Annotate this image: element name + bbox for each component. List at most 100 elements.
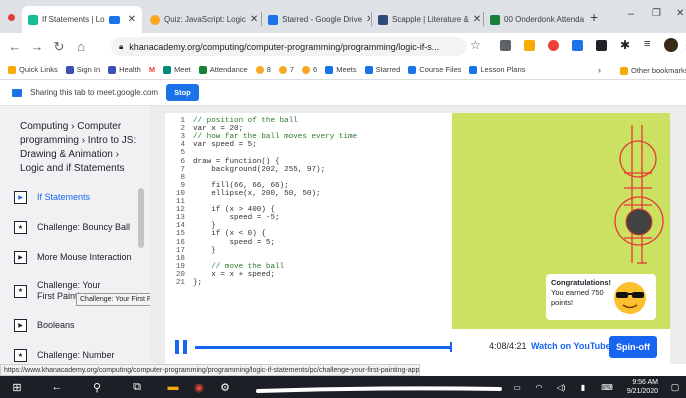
line-number: 2 xyxy=(180,125,185,134)
tab-google-drive[interactable]: Starred - Google Drive ✕ xyxy=(262,6,370,33)
video-icon: ▶ xyxy=(14,190,27,204)
bookmark-meet[interactable]: Meet xyxy=(163,65,191,74)
extension-icon[interactable] xyxy=(548,40,559,51)
close-icon[interactable]: ✕ xyxy=(246,14,258,25)
code-line[interactable]: // how far the ball moves every time xyxy=(193,133,357,141)
congratulations-toast: Congratulations! You earned 750 points! xyxy=(546,274,656,320)
video-player-controls: 4:08/4:21 Watch on YouTube Spin-off xyxy=(165,329,670,365)
bookmark-lesson-plans[interactable]: Lesson Plans xyxy=(469,65,525,74)
line-number: 6 xyxy=(180,157,185,166)
tab-quiz[interactable]: Quiz: JavaScript: Logic ✕ xyxy=(144,6,260,33)
challenge-star-icon: ★ xyxy=(14,348,27,362)
progress-bar[interactable] xyxy=(195,346,450,349)
maximize-button[interactable]: ❐ xyxy=(652,8,661,19)
line-number: 20 xyxy=(175,270,185,279)
sharing-text: Sharing this tab to meet.google.com xyxy=(30,88,159,97)
tab-if-statements[interactable]: If Statements | Lo ✕ xyxy=(22,6,142,33)
code-line[interactable]: speed = -5; xyxy=(193,214,279,222)
screen-share-icon xyxy=(12,88,22,97)
bookmark-attendance[interactable]: Attendance xyxy=(198,65,248,74)
extension-icon[interactable] xyxy=(500,40,511,51)
code-editor[interactable]: 1 // position of the ball 2 var x = 20; 3 // … xyxy=(165,113,452,329)
challenge-star-icon: ★ xyxy=(14,220,27,234)
line-number: 17 xyxy=(175,246,185,255)
close-window-button[interactable]: ✕ xyxy=(676,8,684,19)
code-line[interactable]: if (x < 0) { xyxy=(193,230,266,238)
menu-kebab-icon[interactable]: ⋮ xyxy=(681,38,686,51)
tab-attendance[interactable]: 00 Onderdonk Attenda ✕ xyxy=(484,6,584,33)
back-button[interactable]: ← xyxy=(4,39,26,54)
code-line[interactable]: // move the ball xyxy=(193,263,284,271)
sidebar-scrollbar[interactable] xyxy=(138,188,144,248)
code-line[interactable]: }; xyxy=(193,279,202,287)
extension-icon[interactable] xyxy=(572,40,583,51)
bookmark-starred[interactable]: Starred xyxy=(364,65,400,74)
code-line[interactable]: fill(66, 66, 66); xyxy=(193,182,288,190)
home-button[interactable]: ⌂ xyxy=(70,39,92,54)
code-line[interactable]: speed = 5; xyxy=(193,239,275,247)
url-text: khanacademy.org/computing/computer-progr… xyxy=(129,41,440,52)
code-line[interactable]: } xyxy=(193,247,216,255)
pause-button[interactable] xyxy=(175,340,187,354)
forward-button[interactable]: → xyxy=(26,39,48,54)
line-number: 7 xyxy=(180,165,185,174)
code-line[interactable]: if (x > 400) { xyxy=(193,206,275,214)
bookmark-quick-links[interactable]: Quick Links xyxy=(8,65,58,74)
code-line[interactable]: draw = function() { xyxy=(193,158,280,166)
close-icon[interactable]: ✕ xyxy=(124,14,136,25)
bookmark-sign-in[interactable]: Sign In xyxy=(65,65,100,74)
line-number: 9 xyxy=(180,181,185,190)
spin-off-button[interactable]: Spin-off xyxy=(609,336,657,358)
bookmark-6[interactable]: 6 xyxy=(302,65,317,74)
minimize-button[interactable]: – xyxy=(628,8,634,20)
code-line[interactable]: var speed = 5; xyxy=(193,141,257,149)
profile-avatar[interactable] xyxy=(664,38,678,52)
bookmark-8[interactable]: 8 xyxy=(255,65,271,74)
code-line[interactable]: var x = 20; xyxy=(193,125,243,133)
browser-toolbar: ← → ↻ ⌂ 🔒︎ khanacademy.org/computing/com… xyxy=(0,33,686,60)
code-line[interactable]: x = x + speed; xyxy=(193,271,275,279)
bookmark-meets[interactable]: Meets xyxy=(325,65,357,74)
bookmark-gmail[interactable]: M xyxy=(149,65,155,74)
sidebar-item-mouse-interaction[interactable]: ▶ More Mouse Interaction xyxy=(8,242,142,272)
screen-share-icon xyxy=(108,15,120,24)
reading-list-icon[interactable]: ≡ xyxy=(644,38,650,50)
watch-on-youtube-link[interactable]: Watch on YouTube xyxy=(531,341,611,351)
reload-button[interactable]: ↻ xyxy=(48,39,70,55)
toast-body: You earned 750 points! xyxy=(551,288,604,307)
close-icon[interactable]: ✕ xyxy=(469,14,481,25)
line-number: 5 xyxy=(180,149,185,158)
sidebar-item-if-statements[interactable]: ▶ If Statements xyxy=(8,182,142,212)
bookmark-other[interactable]: Other bookmarks xyxy=(620,66,686,75)
code-line[interactable]: // position of the ball xyxy=(193,117,298,125)
tab-scapple[interactable]: Scapple | Literature & ✕ xyxy=(372,6,482,33)
bookmark-7[interactable]: 7 xyxy=(278,65,294,74)
code-line[interactable]: ellipse(x, 200, 50, 50); xyxy=(193,190,320,198)
line-number: 4 xyxy=(180,141,185,150)
sidebar-item-booleans[interactable]: ▶ Booleans xyxy=(8,310,142,340)
code-line[interactable]: background(202, 255, 97); xyxy=(193,166,325,174)
bookmarks-bar: Quick Links Sign In Health M Meet Attend… xyxy=(0,60,686,80)
progress-knob[interactable] xyxy=(449,342,452,352)
stop-sharing-button[interactable]: Stop xyxy=(166,84,199,101)
address-bar[interactable]: 🔒︎ khanacademy.org/computing/computer-pr… xyxy=(111,37,467,56)
line-number: 11 xyxy=(175,198,185,206)
extension-icon[interactable] xyxy=(596,40,607,51)
tab-sharing-bar: Sharing this tab to meet.google.com Stop xyxy=(0,80,686,106)
new-tab-button[interactable]: + xyxy=(590,9,598,25)
extension-puzzle-icon[interactable]: ✱ xyxy=(620,38,630,52)
close-icon[interactable]: ✕ xyxy=(362,14,370,25)
bookmark-course-files[interactable]: Course Files xyxy=(408,65,461,74)
bookmark-star-icon[interactable]: ☆ xyxy=(470,38,481,52)
breadcrumb[interactable]: Computing › Computer programming › Intro… xyxy=(20,120,142,176)
sunglasses-emoji-icon xyxy=(614,282,646,314)
code-line[interactable]: } xyxy=(193,222,216,230)
sidebar-item-bouncy-ball[interactable]: ★ Challenge: Bouncy Ball xyxy=(8,212,142,242)
sidebar-item-number[interactable]: ★ Challenge: Number xyxy=(8,340,142,364)
line-number: 10 xyxy=(175,189,185,198)
challenge-star-icon: ★ xyxy=(14,284,27,298)
chevron-right-icon[interactable]: › xyxy=(598,65,601,75)
extension-icon[interactable] xyxy=(524,40,535,51)
browser-tab-bar: If Statements | Lo ✕ Quiz: JavaScript: L… xyxy=(0,0,686,33)
bookmark-health[interactable]: Health xyxy=(108,65,141,74)
